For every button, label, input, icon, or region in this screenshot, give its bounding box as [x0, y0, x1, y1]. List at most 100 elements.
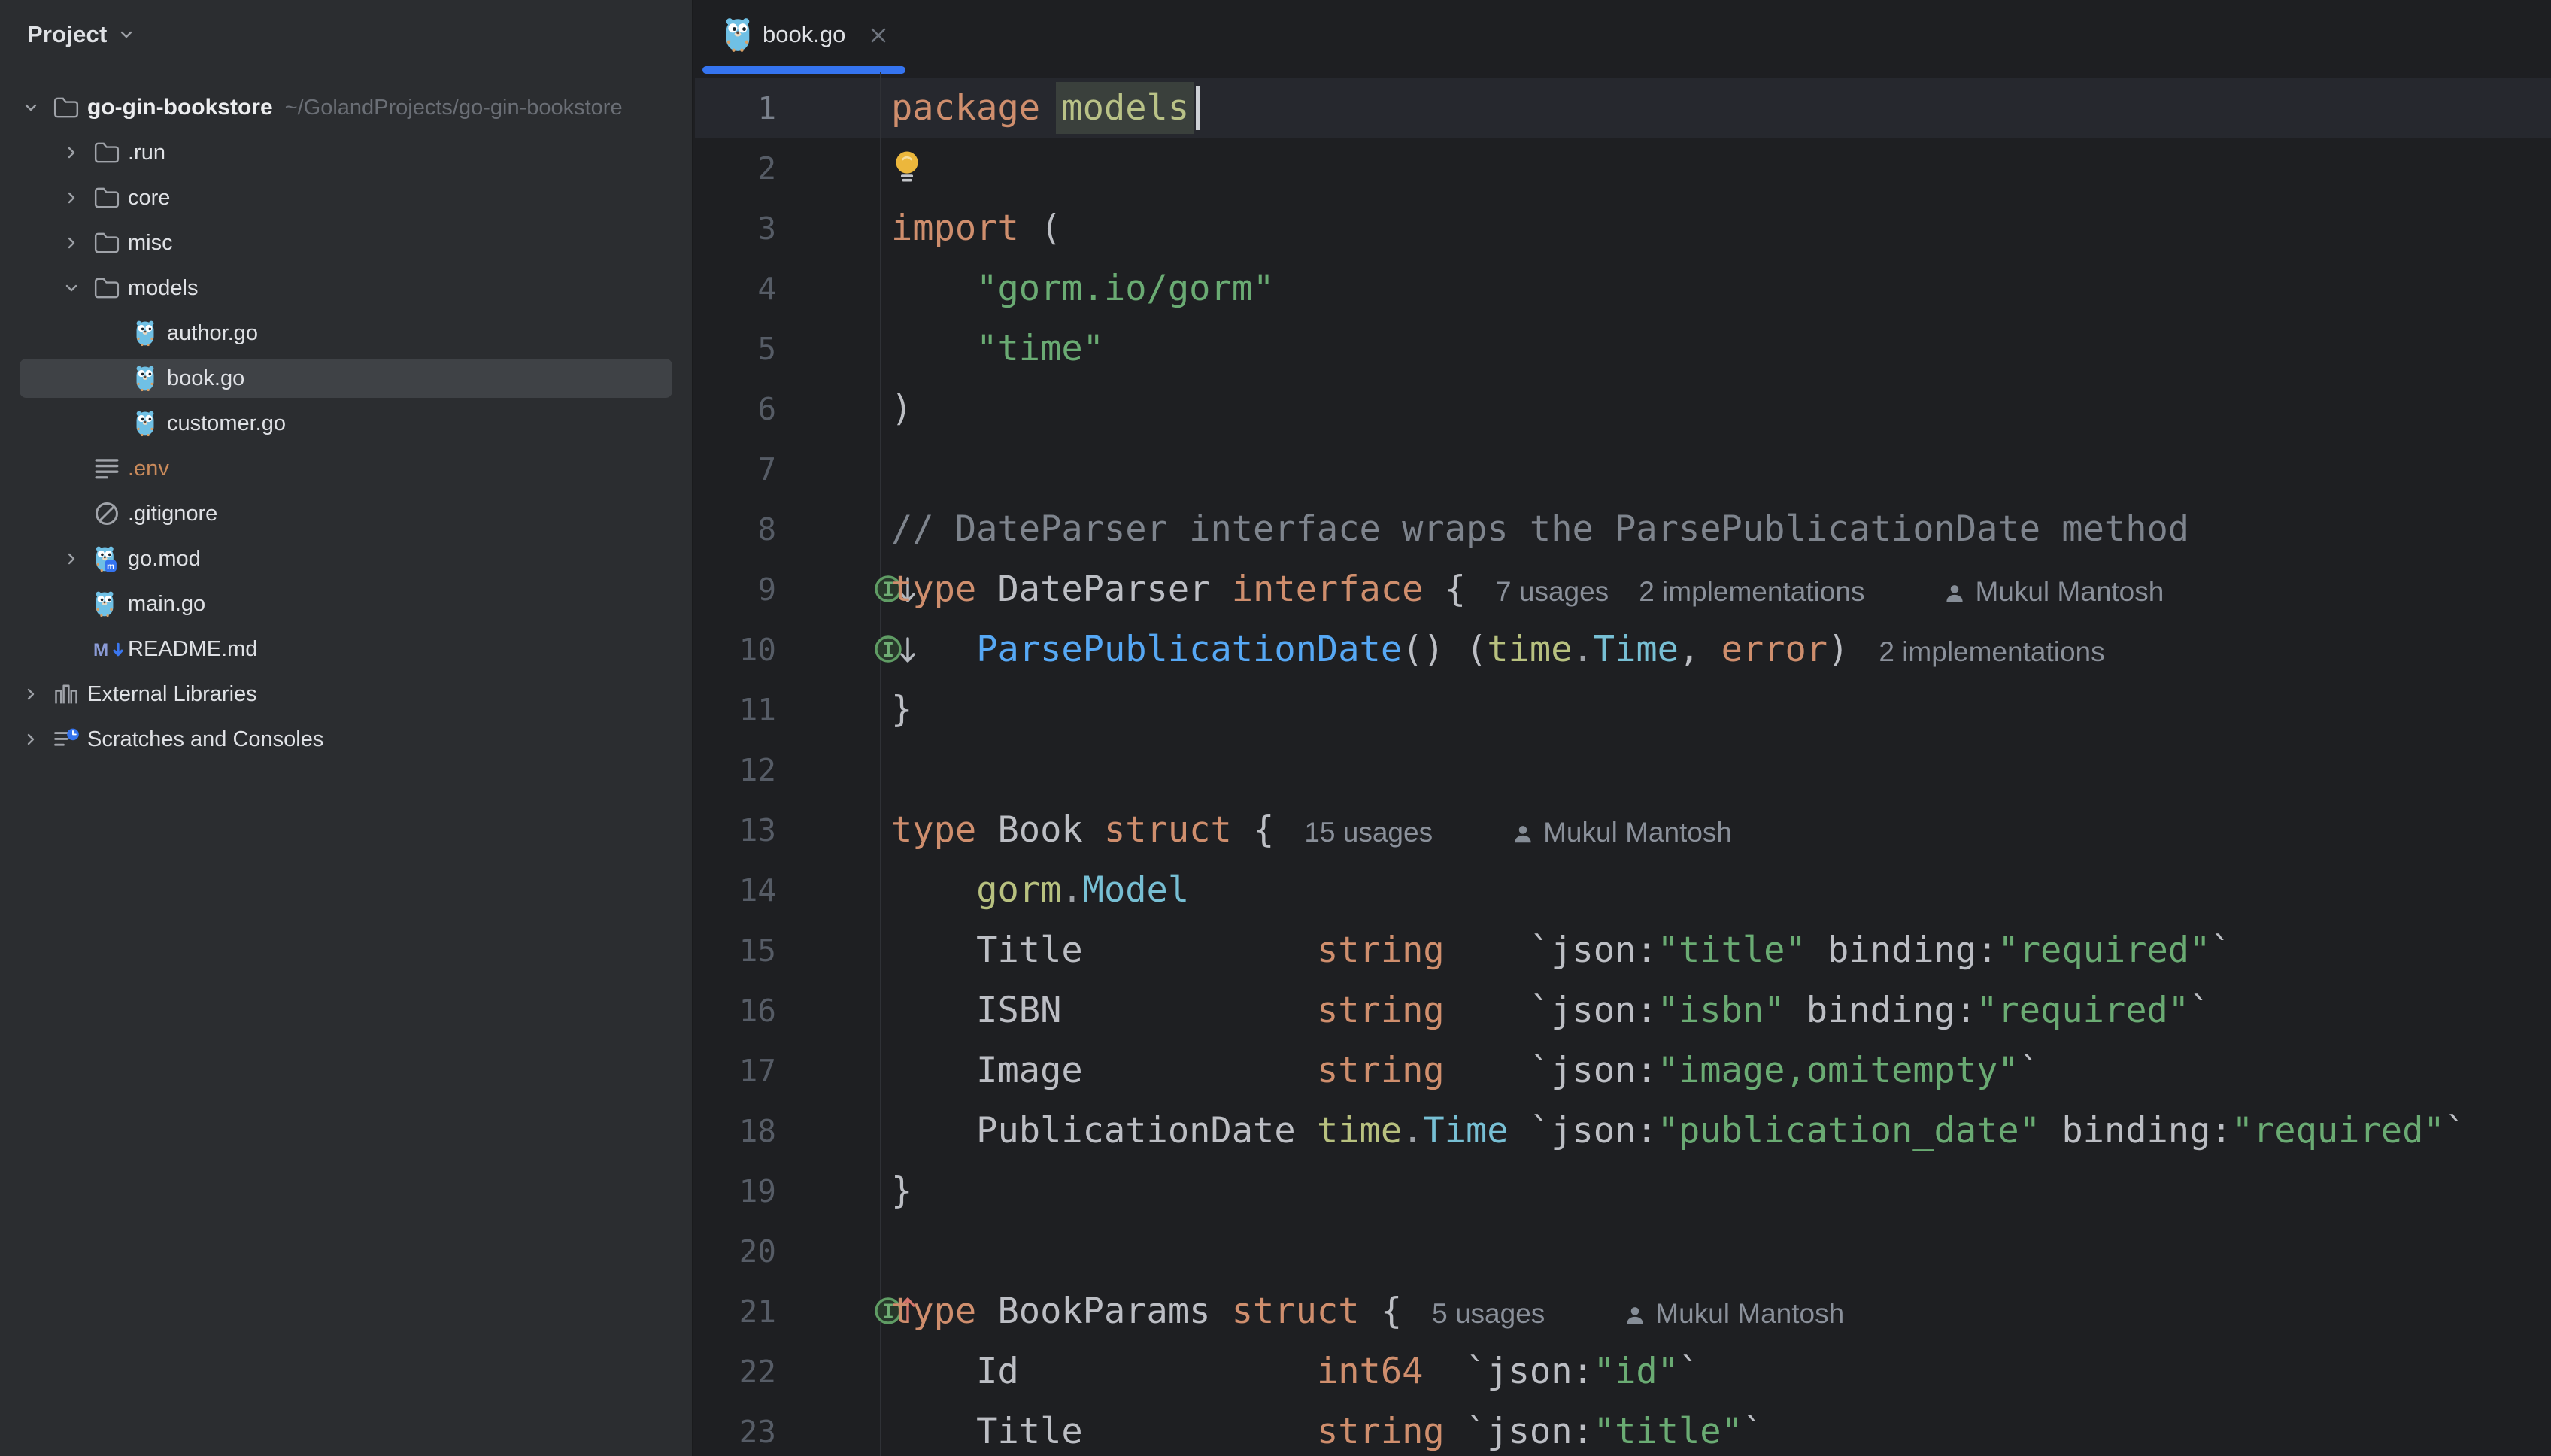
tree-item-label: author.go	[167, 321, 258, 345]
code-token: binding:	[2040, 1110, 2232, 1151]
tree-item--env[interactable]: .env	[0, 446, 692, 491]
gutter-impl-down[interactable]	[784, 628, 915, 672]
code-token: ParsePublicationDate	[976, 629, 1403, 670]
chevron-down-icon[interactable]	[63, 280, 80, 296]
code-line-21[interactable]: type BookParams struct {5 usages Mukul Ma…	[891, 1282, 2551, 1342]
tree-item-core[interactable]: core	[0, 175, 692, 220]
code-token: time	[1316, 1110, 1403, 1151]
author-hint[interactable]: Mukul Mantosh	[1512, 817, 1732, 848]
inlay-hint[interactable]: 2 implementations	[1639, 576, 1864, 607]
chevron-down-icon[interactable]	[23, 99, 39, 116]
code-line-4[interactable]: "gorm.io/gorm"	[891, 259, 2551, 319]
code-line-23[interactable]: Title string `json:"title"`	[891, 1402, 2551, 1456]
tree-item-readme-md[interactable]: M README.md	[0, 626, 692, 672]
inlay-hint[interactable]: 5 usages	[1432, 1298, 1545, 1329]
code-line-8[interactable]: // DateParser interface wraps the ParseP…	[891, 499, 2551, 560]
tree-item--run[interactable]: .run	[0, 130, 692, 175]
inlay-hint[interactable]: 2 implementations	[1879, 636, 2104, 667]
chevron-down-icon[interactable]	[118, 26, 135, 43]
intention-bulb-icon[interactable]	[891, 149, 923, 187]
chevron-right-icon[interactable]	[63, 235, 80, 251]
code-line-12[interactable]	[891, 740, 2551, 800]
code-token: Title	[891, 930, 1317, 971]
tree-item-label: book.go	[167, 366, 245, 390]
code-token: `json:	[1444, 990, 1658, 1031]
tree-item-author-go[interactable]: author.go	[0, 311, 692, 356]
line-number: 17	[739, 1053, 776, 1089]
code-line-9[interactable]: type DateParser interface {7 usages 2 imp…	[891, 560, 2551, 620]
code-line-10[interactable]: ParsePublicationDate() (time.Time, error…	[891, 620, 2551, 680]
code-token: type	[891, 569, 977, 610]
code-token: Time	[1593, 629, 1679, 670]
tree-item-external-libraries[interactable]: External Libraries	[0, 672, 692, 717]
code-line-3[interactable]: import (	[891, 199, 2551, 259]
code-line-18[interactable]: PublicationDate time.Time `json:"publica…	[891, 1101, 2551, 1161]
code-line-2[interactable]	[891, 138, 2551, 199]
project-panel-header[interactable]: Project	[27, 21, 135, 48]
code-line-22[interactable]: Id int64 `json:"id"`	[891, 1342, 2551, 1402]
tree-item-customer-go[interactable]: customer.go	[0, 401, 692, 446]
code-line-19[interactable]: }	[891, 1161, 2551, 1221]
code-token: {	[1423, 569, 1467, 610]
code-token: gorm	[976, 869, 1062, 911]
code-token: Time	[1423, 1110, 1509, 1151]
editor-area[interactable]: book.go 1 package models 2 3 import (4 "gorm…	[695, 0, 2551, 1456]
code-line-5[interactable]: "time"	[891, 319, 2551, 379]
tree-item-label: .env	[128, 457, 169, 481]
project-tool-window: Project go-gin-bookstore ~/GolandProjects…	[0, 0, 693, 1456]
tree-item-go-mod[interactable]: m go.mod	[0, 536, 692, 581]
code-line-16[interactable]: ISBN string `json:"isbn" binding:"requir…	[891, 981, 2551, 1041]
code-line-14[interactable]: gorm.Model	[891, 860, 2551, 921]
inlay-hint[interactable]: 7 usages	[1496, 576, 1609, 607]
external-libraries-icon	[55, 684, 77, 704]
tab-book-go[interactable]: book.go	[701, 0, 907, 74]
code-token: "title"	[1657, 930, 1806, 971]
tab-label: book.go	[763, 21, 846, 47]
code-line-7[interactable]	[891, 439, 2551, 499]
tree-item-models[interactable]: models	[0, 265, 692, 311]
tree-item-misc[interactable]: misc	[0, 220, 692, 265]
close-icon[interactable]	[868, 25, 889, 46]
tree-item-go-gin-bookstore[interactable]: go-gin-bookstore ~/GolandProjects/go-gin-…	[0, 85, 692, 130]
chevron-right-icon[interactable]	[23, 731, 39, 748]
code-line-13[interactable]: type Book struct {15 usages Mukul Mantosh	[891, 800, 2551, 860]
tree-item-label: README.md	[128, 637, 258, 661]
folder-icon	[53, 97, 79, 118]
tree-item-label: External Libraries	[87, 682, 257, 706]
code-token: "required"	[1997, 930, 2211, 971]
author-hint[interactable]: Mukul Mantosh	[1624, 1298, 1844, 1329]
code-line-6[interactable]: )	[891, 379, 2551, 439]
line-number: 14	[739, 872, 776, 908]
gutter-impl-down[interactable]	[784, 568, 915, 611]
code-token: {	[1231, 809, 1275, 851]
code-token: package	[891, 87, 1041, 129]
inlay-hint[interactable]: 15 usages	[1304, 817, 1433, 848]
code-token: type	[891, 1291, 977, 1332]
author-hint[interactable]: Mukul Mantosh	[1943, 576, 2164, 607]
tree-item-main-go[interactable]: main.go	[0, 581, 692, 626]
code-token: "id"	[1593, 1351, 1679, 1392]
line-number: 5	[757, 331, 776, 367]
code-token: "required"	[2231, 1110, 2445, 1151]
line-number: 21	[739, 1294, 776, 1330]
chevron-right-icon[interactable]	[63, 144, 80, 161]
chevron-right-icon[interactable]	[63, 190, 80, 206]
code-line-11[interactable]: }	[891, 680, 2551, 740]
author-icon	[1946, 585, 1964, 602]
code-line-1[interactable]: package models	[891, 78, 2551, 138]
code-line-20[interactable]	[891, 1221, 2551, 1282]
tree-item-scratches-and-consoles[interactable]: Scratches and Consoles	[0, 717, 692, 762]
go-file-icon	[136, 366, 154, 392]
tree-item--gitignore[interactable]: .gitignore	[0, 491, 692, 536]
gutter-impl-up[interactable]	[784, 1290, 915, 1333]
tree-item-book-go[interactable]: book.go	[0, 356, 692, 401]
code-token: `	[2444, 1110, 2466, 1151]
chevron-right-icon[interactable]	[63, 551, 80, 567]
line-number: 16	[739, 993, 776, 1029]
line-number: 8	[757, 511, 776, 548]
code-line-15[interactable]: Title string `json:"title" binding:"requ…	[891, 921, 2551, 981]
chevron-right-icon[interactable]	[23, 686, 39, 702]
code-line-17[interactable]: Image string `json:"image,omitempty"`	[891, 1041, 2551, 1101]
go-file-icon	[136, 320, 154, 347]
